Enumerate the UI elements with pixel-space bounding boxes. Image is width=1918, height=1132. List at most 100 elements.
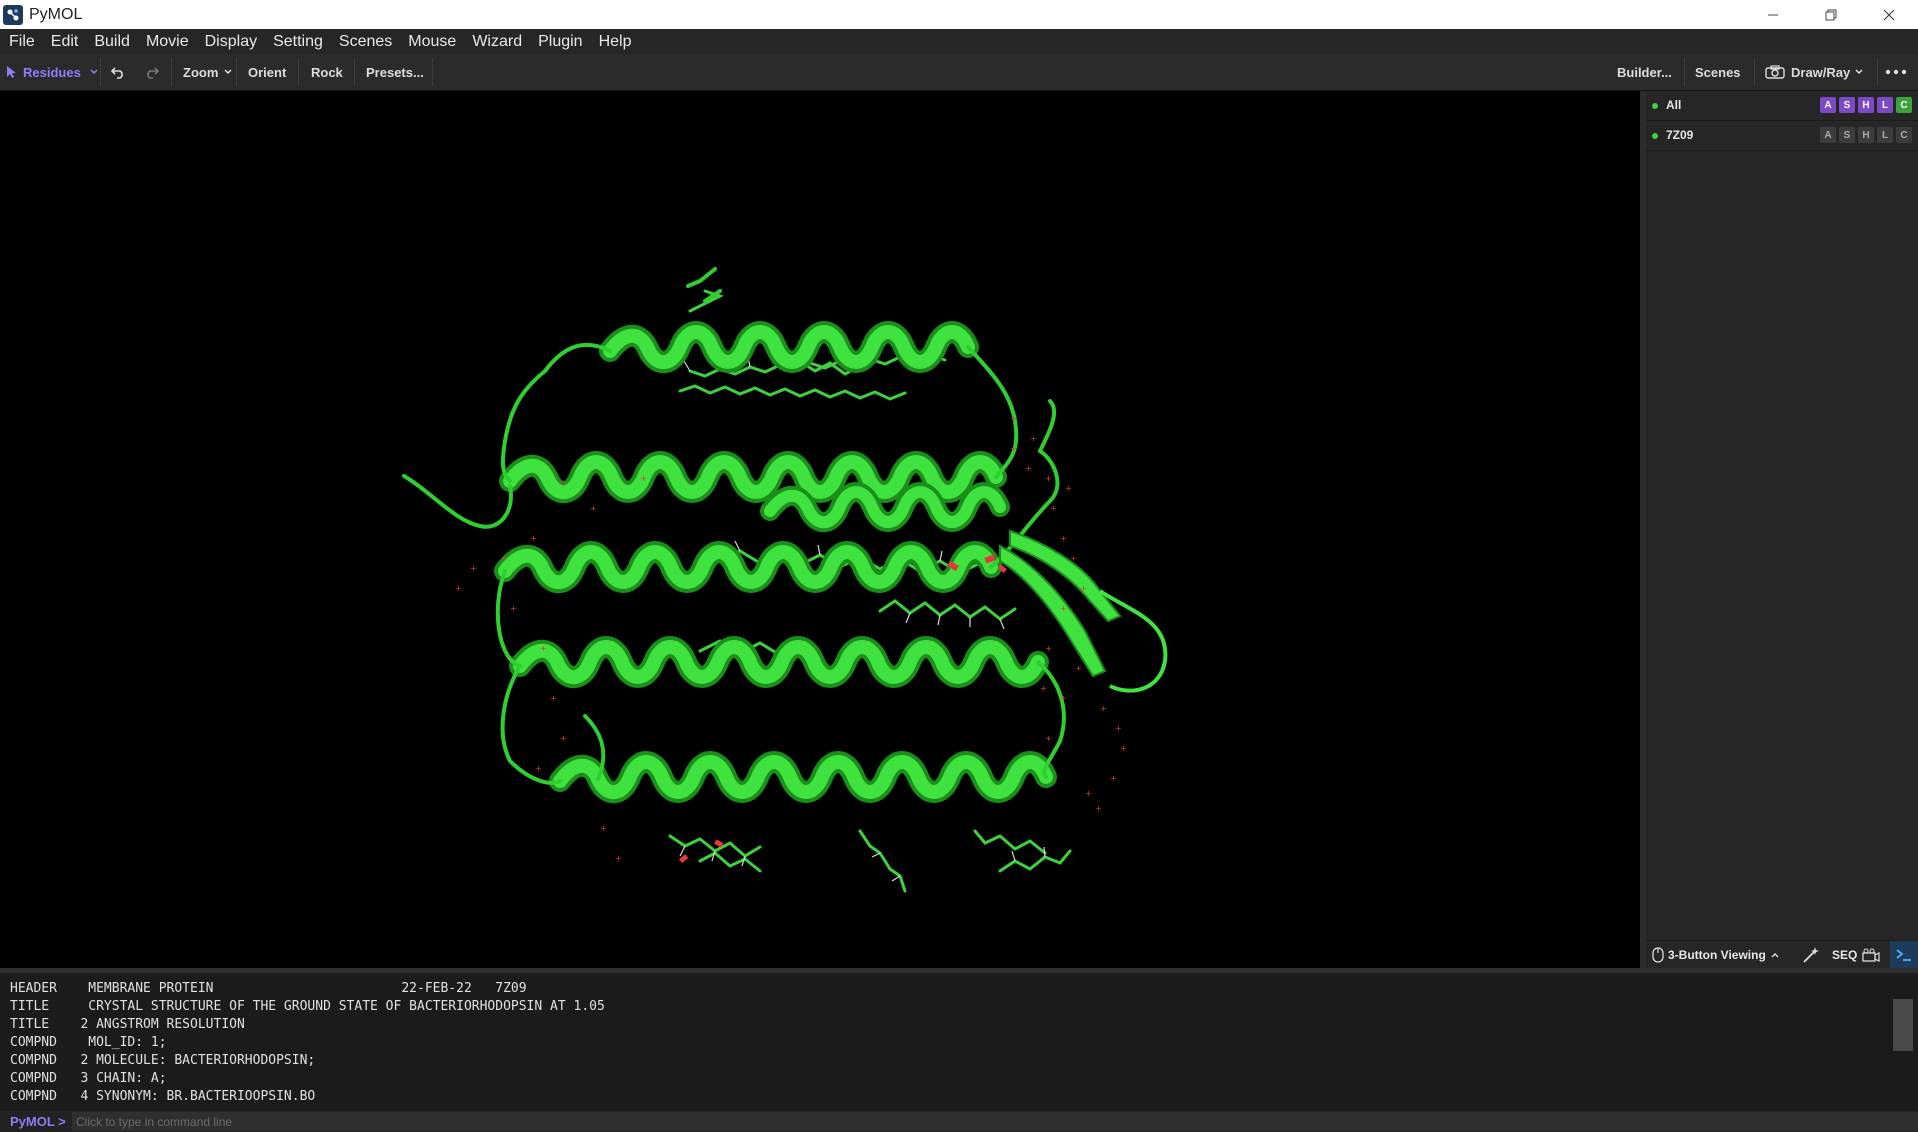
selection-mode-dropdown[interactable]: Residues [6, 54, 99, 90]
terminal-button[interactable] [1890, 941, 1918, 969]
movie-button[interactable] [1862, 941, 1880, 969]
menu-build[interactable]: Build [87, 29, 137, 54]
builder-label: Builder... [1617, 64, 1672, 80]
color-button[interactable]: C [1896, 97, 1912, 113]
zoom-label: Zoom [183, 64, 219, 80]
water-molecule: + [540, 644, 547, 653]
chevron-down-icon [1855, 69, 1863, 75]
water-molecule: + [560, 479, 567, 488]
magic-wand-button[interactable] [1802, 941, 1820, 969]
menu-wizard[interactable]: Wizard [465, 29, 529, 54]
water-molecule: + [1045, 734, 1052, 743]
close-button[interactable] [1860, 0, 1918, 29]
more-options-button[interactable] [1885, 54, 1907, 90]
chevron-up-icon [1771, 953, 1779, 958]
mouse-mode-dropdown[interactable]: 3-Button Viewing [1652, 941, 1780, 969]
terminal-icon [1896, 949, 1911, 961]
water-molecule: + [1025, 464, 1032, 473]
menu-edit[interactable]: Edit [44, 29, 86, 54]
console-line: COMPND MOL_ID: 1; [10, 1035, 167, 1050]
water-molecule: + [500, 554, 507, 563]
hide-button[interactable]: H [1858, 127, 1874, 143]
water-molecule: + [1060, 694, 1067, 703]
water-molecule: + [600, 824, 607, 833]
magic-wand-icon [1803, 947, 1819, 963]
menu-setting[interactable]: Setting [266, 29, 330, 54]
sequence-button[interactable]: SEQ [1832, 941, 1857, 969]
water-molecule: + [470, 564, 477, 573]
molecule-viewer[interactable]: + + + + + + + + + + + + + + + + + + + + + + + + + + + + + + + + + + + + [0, 91, 1640, 968]
title-bar: PyMOL [0, 0, 1918, 29]
menu-help[interactable]: Help [592, 29, 639, 54]
show-button[interactable]: S [1839, 97, 1855, 113]
water-molecule: + [1070, 554, 1077, 563]
scenes-button[interactable]: Scenes [1695, 54, 1741, 90]
chevron-down-icon [224, 69, 232, 75]
show-button[interactable]: S [1839, 127, 1855, 143]
seq-label: SEQ [1832, 948, 1858, 962]
pointer-icon [7, 66, 16, 78]
water-molecule: + [1045, 474, 1052, 483]
minimize-button[interactable] [1744, 0, 1802, 29]
water-molecule: + [1040, 684, 1047, 693]
rock-label: Rock [311, 64, 343, 80]
orient-button[interactable]: Orient [248, 54, 286, 90]
menu-file[interactable]: File [2, 29, 42, 54]
enabled-indicator[interactable] [1652, 103, 1658, 109]
protein-cartoon-render: + + + + + + + + + + + + + + + + + + + + + + + + + + + + + + + + + + + + [402, 267, 1168, 893]
more-icon [1885, 69, 1907, 75]
presets-label: Presets... [366, 64, 424, 80]
console-line: TITLE 2 ANGSTROM RESOLUTION [10, 1017, 245, 1032]
water-molecule: + [560, 734, 567, 743]
object-row-all[interactable]: All A S H L C [1646, 91, 1918, 121]
restore-button[interactable] [1802, 0, 1860, 29]
window-title: PyMOL [29, 5, 83, 23]
menu-scenes[interactable]: Scenes [332, 29, 399, 54]
command-prompt: PyMOL > [10, 1114, 66, 1129]
water-molecule: + [1010, 414, 1017, 423]
draw-ray-label: Draw/Ray [1791, 64, 1851, 80]
water-molecule: + [640, 474, 647, 483]
water-molecule: + [455, 584, 462, 593]
menu-display[interactable]: Display [198, 29, 264, 54]
close-icon [1883, 9, 1895, 20]
console-scrollbar[interactable] [1893, 999, 1913, 1051]
object-row-7z09[interactable]: 7Z09 A S H L C [1646, 121, 1918, 151]
water-molecule: + [1100, 704, 1107, 713]
action-button[interactable]: A [1820, 127, 1836, 143]
water-molecule: + [615, 854, 622, 863]
action-button[interactable]: A [1820, 97, 1836, 113]
water-molecule: + [1085, 789, 1092, 798]
menu-plugin[interactable]: Plugin [531, 29, 589, 54]
minimize-icon [1768, 14, 1778, 15]
console-line: HEADER MEMBRANE PROTEIN 22-FEB-22 7Z09 [10, 981, 527, 996]
redo-button[interactable] [144, 54, 160, 90]
color-button[interactable]: C [1896, 127, 1912, 143]
label-button[interactable]: L [1877, 97, 1893, 113]
undo-button[interactable] [110, 54, 126, 90]
builder-button[interactable]: Builder... [1617, 54, 1672, 90]
water-molecule: + [1075, 664, 1082, 673]
console-output: HEADER MEMBRANE PROTEIN 22-FEB-22 7Z09 T… [0, 973, 1918, 1111]
undo-icon [110, 67, 123, 79]
chevron-down-icon [90, 69, 98, 75]
hide-button[interactable]: H [1858, 97, 1874, 113]
menu-movie[interactable]: Movie [139, 29, 196, 54]
water-molecule: + [1115, 724, 1122, 733]
command-line: PyMOL > [0, 1111, 1918, 1132]
enabled-indicator[interactable] [1652, 133, 1658, 139]
water-molecule: + [590, 504, 597, 513]
water-molecule: + [1045, 644, 1052, 653]
label-button[interactable]: L [1877, 127, 1893, 143]
menu-mouse[interactable]: Mouse [401, 29, 463, 54]
zoom-dropdown[interactable]: Zoom [183, 54, 233, 90]
redo-icon [147, 67, 160, 79]
water-molecule: + [1060, 534, 1067, 543]
rock-button[interactable]: Rock [311, 54, 343, 90]
object-panel: All A S H L C 7Z09 A S H L C [1646, 91, 1918, 968]
draw-ray-dropdown[interactable]: Draw/Ray [1765, 54, 1864, 90]
presets-button[interactable]: Presets... [366, 54, 424, 90]
water-molecule: + [1120, 744, 1127, 753]
command-input[interactable] [72, 1112, 1918, 1131]
water-molecule: + [1010, 444, 1017, 453]
